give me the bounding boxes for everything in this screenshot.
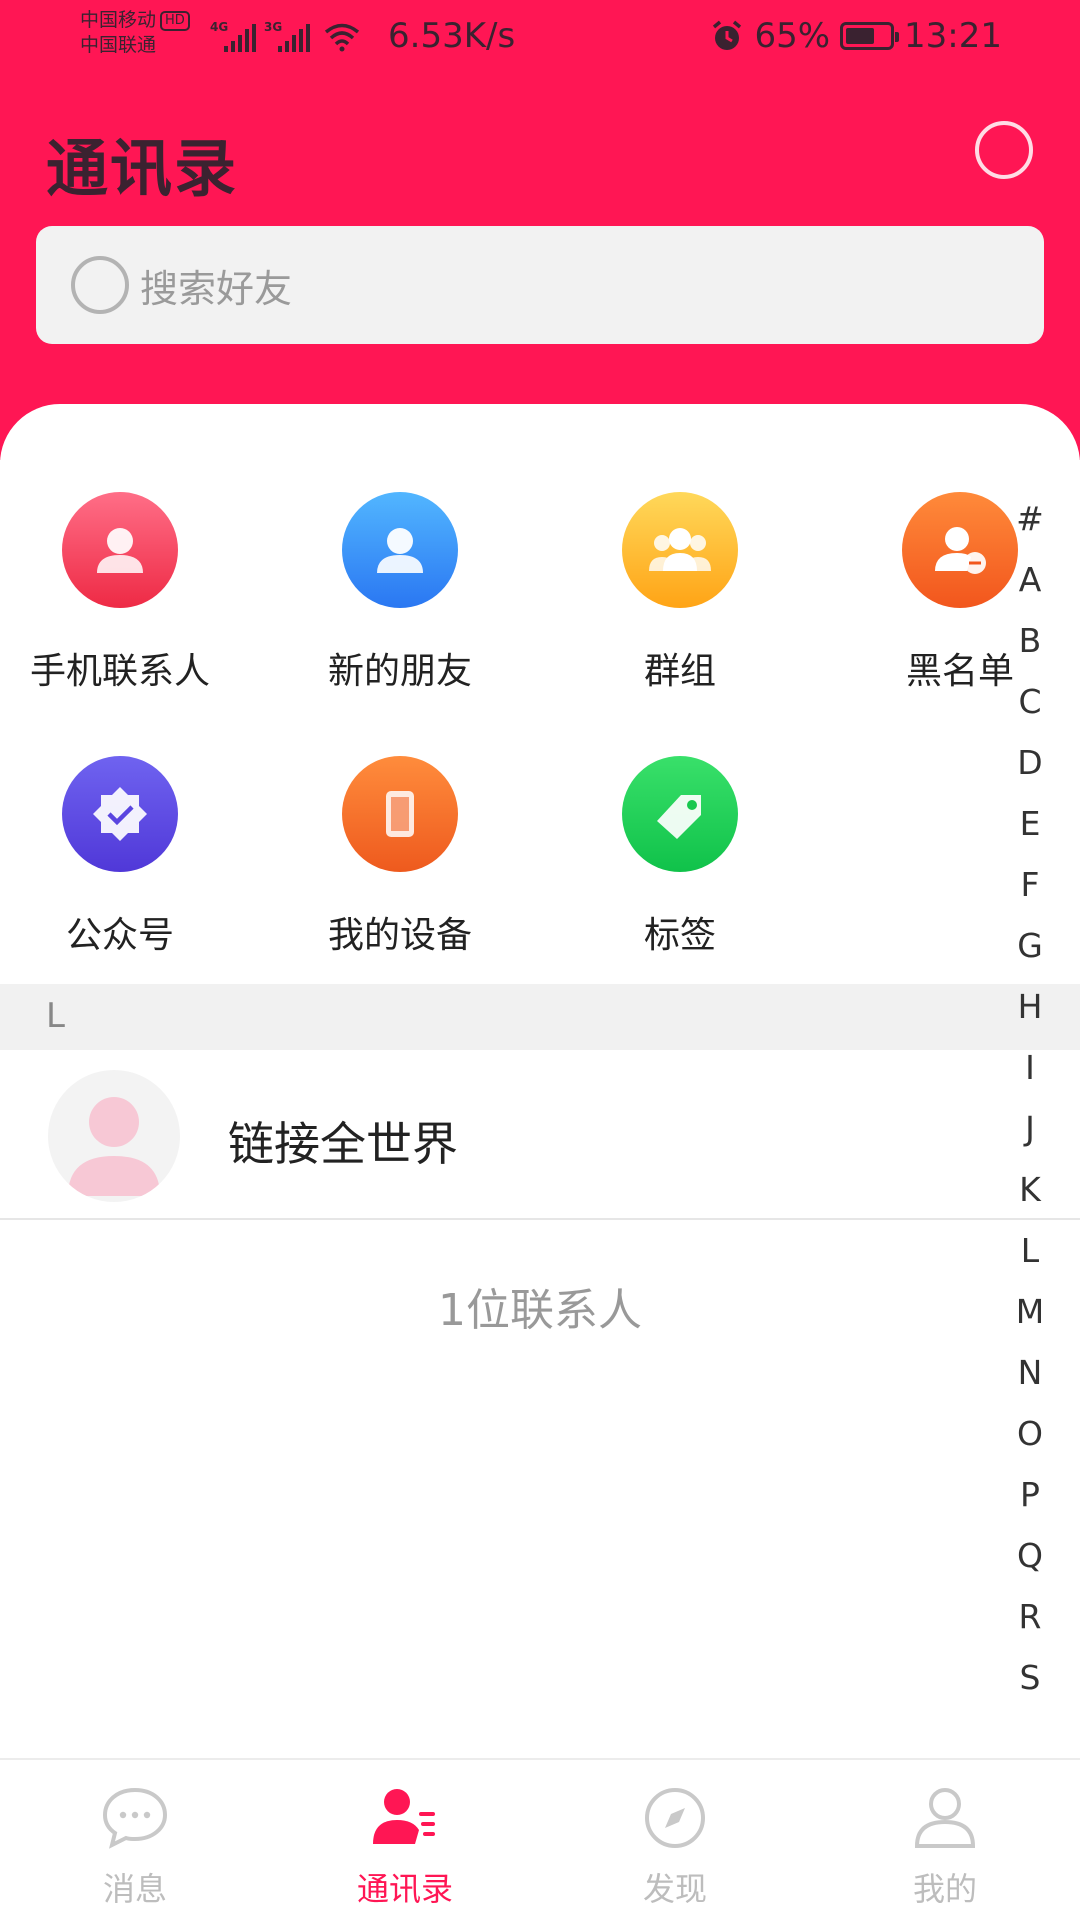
shortcut-label: 群组: [643, 651, 716, 692]
hd-badge: HD: [160, 11, 190, 31]
search-placeholder: 搜索好友: [140, 266, 293, 311]
contact-name: 链接全世界: [228, 1117, 458, 1171]
group-icon: [622, 492, 738, 608]
shortcut-tags[interactable]: 标签: [560, 756, 800, 958]
index-letter[interactable]: G: [992, 915, 1068, 976]
wifi-icon: [324, 23, 360, 52]
index-letter[interactable]: P: [992, 1464, 1068, 1525]
signal-3g-icon: 3G: [264, 20, 310, 52]
profile-icon: [914, 1788, 976, 1848]
shortcut-phone-contacts[interactable]: 手机联系人: [0, 492, 240, 694]
shortcut-official-accounts[interactable]: 公众号: [0, 756, 240, 958]
phone-device-icon: [342, 756, 458, 872]
index-letter[interactable]: C: [992, 671, 1068, 732]
person-icon: [342, 492, 458, 608]
signal-indicators: 4G 3G: [210, 20, 360, 52]
index-letter[interactable]: I: [992, 1037, 1068, 1098]
index-letter[interactable]: O: [992, 1403, 1068, 1464]
default-avatar-icon: [68, 1097, 160, 1196]
tab-label: 通讯录: [356, 1870, 453, 1908]
header: 中国移动 HD 中国联通 4G 3G 6.53K/s 65% 13:21 通讯录…: [0, 0, 1080, 460]
index-letter[interactable]: N: [992, 1342, 1068, 1403]
alphabet-index[interactable]: # A B C D E F G H I J K L M N O P Q R S: [992, 488, 1068, 1708]
index-letter[interactable]: E: [992, 793, 1068, 854]
index-letter[interactable]: #: [992, 488, 1068, 549]
carrier-1: 中国移动: [80, 9, 157, 31]
search-icon[interactable]: [974, 120, 1038, 184]
network-type-1: 4G: [210, 20, 229, 34]
carrier-info: 中国移动 HD 中国联通: [80, 8, 190, 58]
index-letter[interactable]: F: [992, 854, 1068, 915]
index-letter[interactable]: H: [992, 976, 1068, 1037]
tab-label: 消息: [102, 1870, 167, 1908]
compass-icon: [645, 1788, 705, 1848]
search-icon: [71, 256, 129, 314]
status-bar: 中国移动 HD 中国联通 4G 3G 6.53K/s 65% 13:21: [0, 0, 1080, 78]
shortcut-label: 我的设备: [327, 915, 472, 956]
page-title: 通讯录: [46, 132, 239, 205]
clock: 13:21: [904, 16, 1002, 56]
tag-icon: [622, 756, 738, 872]
shortcut-label: 公众号: [65, 915, 174, 956]
signal-4g-icon: 4G: [210, 20, 256, 52]
tab-discover[interactable]: 发现: [540, 1760, 810, 1920]
index-letter[interactable]: J: [992, 1098, 1068, 1159]
shortcut-label: 手机联系人: [29, 651, 210, 692]
shortcut-label: 标签: [643, 915, 716, 956]
contact-count: 1位联系人: [438, 1285, 642, 1336]
index-letter[interactable]: Q: [992, 1525, 1068, 1586]
avatar: [48, 1070, 180, 1202]
index-letter[interactable]: L: [992, 1220, 1068, 1281]
index-letter[interactable]: K: [992, 1159, 1068, 1220]
tab-contacts[interactable]: 通讯录: [270, 1760, 540, 1920]
shortcut-groups[interactable]: 群组: [560, 492, 800, 694]
bottom-nav: 消息 通讯录 发现 我的: [0, 1758, 1080, 1920]
verified-badge-icon: [62, 756, 178, 872]
contacts-icon: [373, 1789, 435, 1844]
index-letter[interactable]: B: [992, 610, 1068, 671]
contacts-panel: 手机联系人 新的朋友 群组 黑名单 公众号 我的设备 标签 L 链接全世界 1位…: [0, 404, 1080, 1758]
tab-label: 发现: [642, 1870, 707, 1908]
section-header: L: [0, 984, 1080, 1050]
net-speed: 6.53K/s: [388, 16, 516, 56]
list-item[interactable]: 链接全世界: [0, 1050, 1080, 1220]
carrier-2: 中国联通: [80, 34, 157, 56]
battery-percent: 65%: [754, 16, 831, 56]
alarm-icon: [713, 20, 742, 50]
shortcut-label: 新的朋友: [327, 651, 472, 692]
status-right: 65% 13:21: [710, 16, 1002, 56]
person-icon: [62, 492, 178, 608]
battery-icon: [840, 22, 900, 50]
shortcut-my-devices[interactable]: 我的设备: [280, 756, 520, 958]
section-letter: L: [46, 996, 65, 1036]
chat-bubble-icon: [102, 1787, 168, 1849]
search-input[interactable]: 搜索好友: [36, 226, 1044, 344]
tab-label: 我的: [912, 1870, 977, 1908]
tab-messages[interactable]: 消息: [0, 1760, 270, 1920]
index-letter[interactable]: M: [992, 1281, 1068, 1342]
shortcut-new-friends[interactable]: 新的朋友: [280, 492, 520, 694]
index-letter[interactable]: A: [992, 549, 1068, 610]
tab-me[interactable]: 我的: [810, 1760, 1080, 1920]
network-type-2: 3G: [264, 20, 283, 34]
index-letter[interactable]: S: [992, 1647, 1068, 1708]
index-letter[interactable]: D: [992, 732, 1068, 793]
index-letter[interactable]: R: [992, 1586, 1068, 1647]
